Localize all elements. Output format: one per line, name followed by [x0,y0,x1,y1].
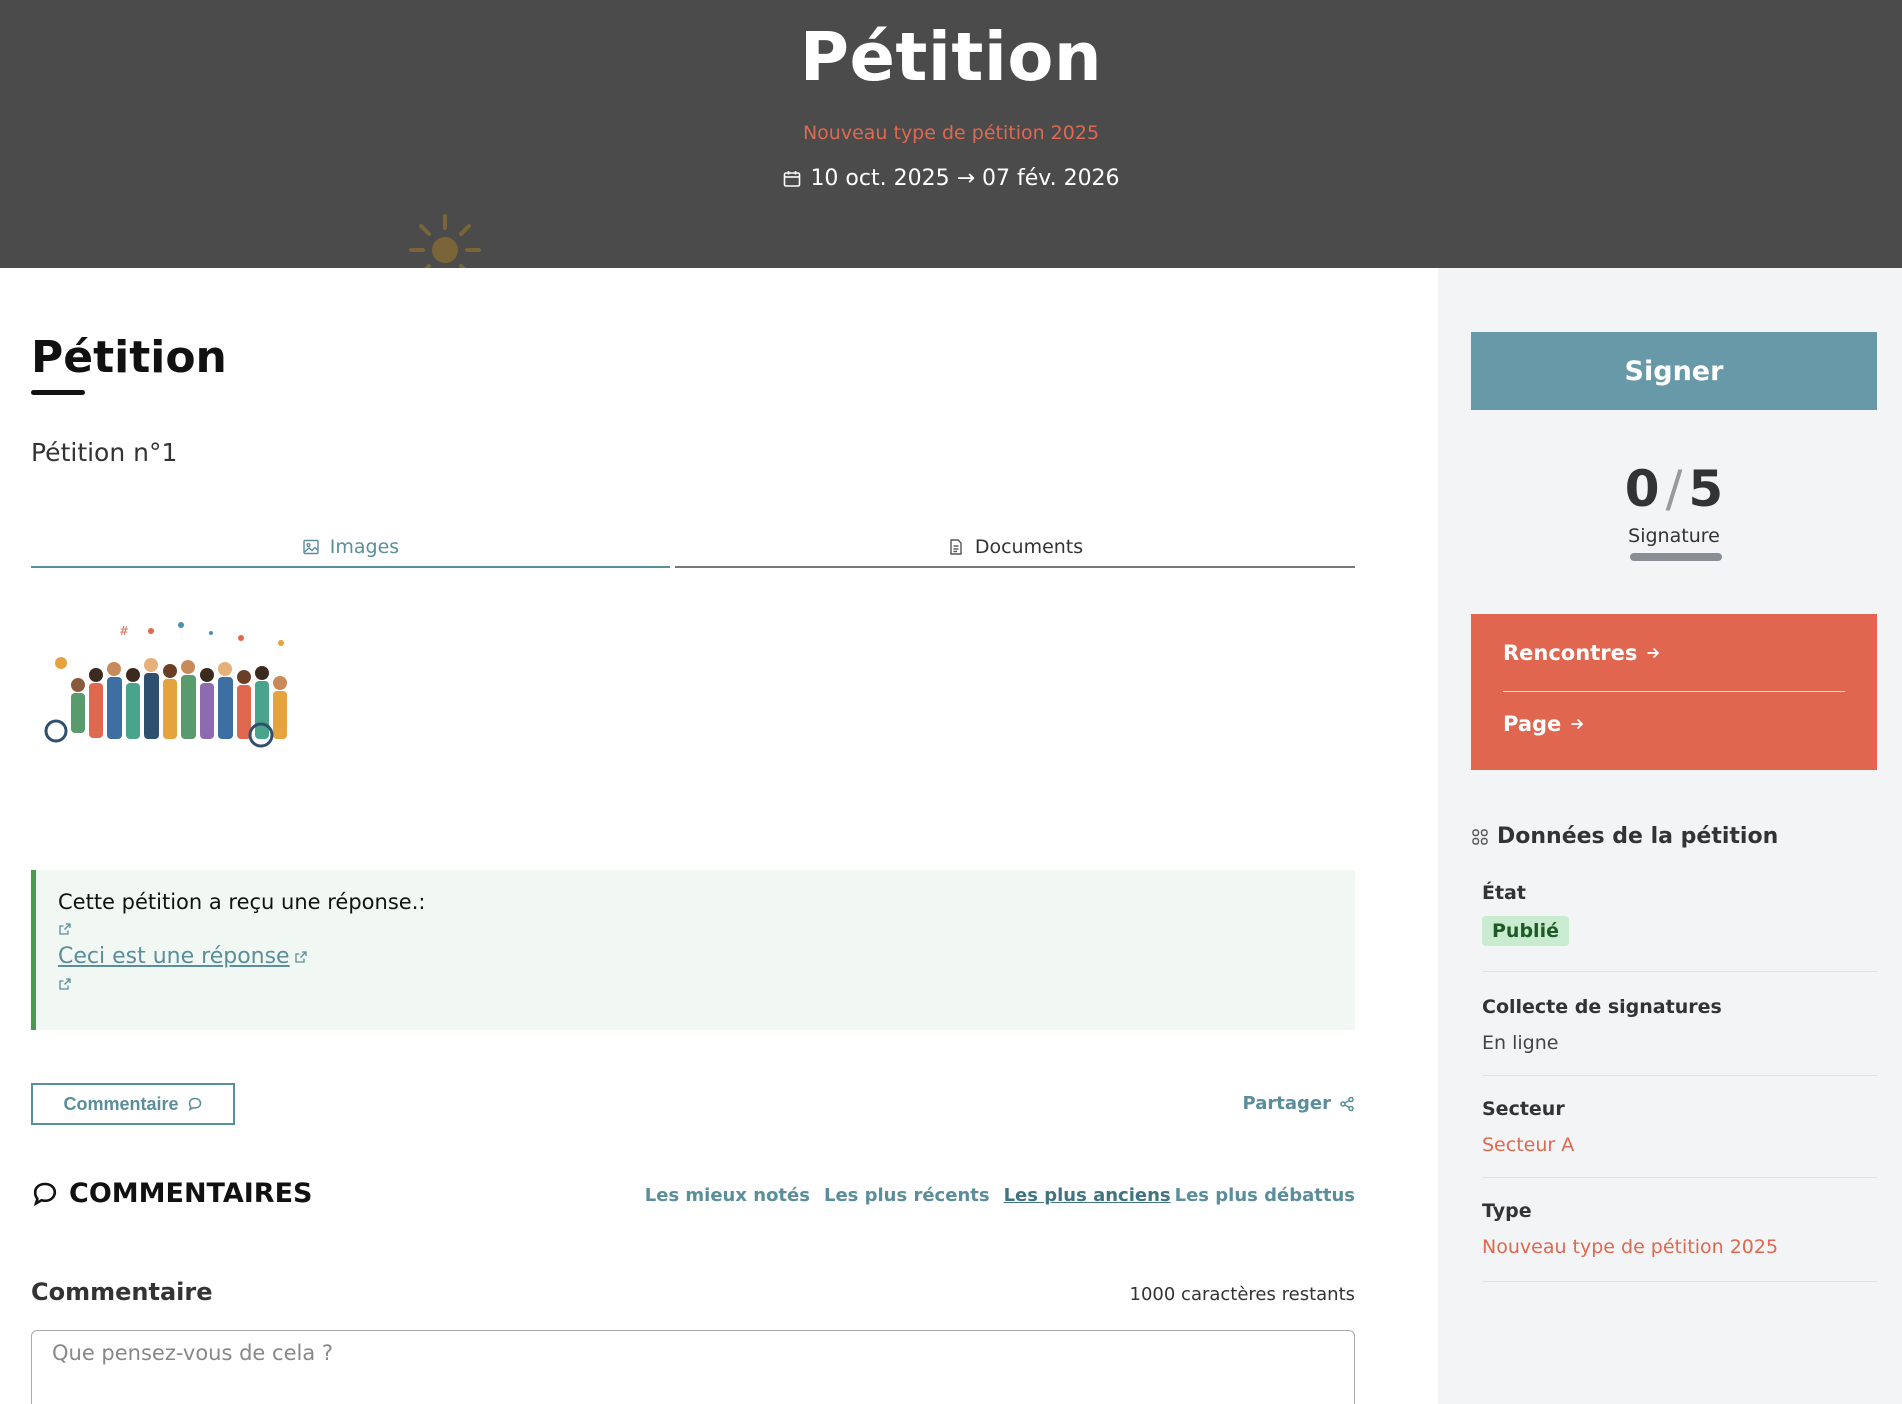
sidebar: Signer 0/5 Signature Rencontres Page Don… [1438,268,1902,1404]
share-icon [1340,1096,1354,1111]
response-link-label: Ceci est une réponse [58,944,290,969]
petition-data-title: Données de la pétition [1497,824,1779,849]
share-button[interactable]: Partager [1243,1093,1355,1114]
collection-label: Collecte de signatures [1482,996,1722,1018]
external-link-icon[interactable] [58,922,72,936]
petition-image[interactable]: # [31,613,336,763]
link-rencontres-label: Rencontres [1503,640,1638,665]
petition-data-heading: Données de la pétition [1471,824,1778,849]
external-link-icon[interactable] [58,977,72,991]
response-link[interactable]: Ceci est une réponse [58,944,308,969]
tab-images-label: Images [329,536,400,558]
sort-most-debated[interactable]: Les plus débattus [1175,1185,1355,1206]
collection-value: En ligne [1482,1032,1559,1054]
signature-count: 0 [1624,460,1660,518]
command-icon [1472,828,1488,845]
media-tabs: Images Documents [31,528,1355,568]
signature-progress-bar [1630,553,1722,561]
petition-description: Pétition n°1 [31,438,178,467]
hero-title: Pétition [799,18,1103,96]
data-item-sector: Secteur Secteur A [1482,1098,1877,1178]
state-label: État [1482,882,1526,904]
tab-documents-label: Documents [974,536,1084,558]
hero-banner: Pétition Nouveau type de pétition 2025 1… [0,0,1902,268]
share-label: Partager [1242,1093,1331,1114]
link-rencontres[interactable]: Rencontres [1503,614,1845,692]
hero-subtitle: Nouveau type de pétition 2025 [802,122,1100,144]
external-link-icon [294,950,307,963]
counter-separator: / [1665,460,1683,518]
signature-label: Signature [1628,525,1720,547]
status-badge: Publié [1482,916,1569,946]
sun-decoration-icon [409,214,481,268]
sort-oldest[interactable]: Les plus anciens [1004,1185,1171,1206]
response-notice: Cette pétition a reçu une réponse.: Ceci… [31,870,1355,1030]
comment-form-label: Commentaire [31,1278,213,1306]
type-label: Type [1482,1200,1532,1222]
tab-images[interactable]: Images [31,528,670,568]
speech-bubble-icon [33,1182,57,1206]
sort-best-rated[interactable]: Les mieux notés [645,1185,810,1206]
date-range-text: 10 oct. 2025 → 07 fév. 2026 [810,166,1120,191]
comments-heading-text: COMMENTAIRES [69,1178,313,1209]
related-links: Rencontres Page [1471,614,1877,770]
tab-documents[interactable]: Documents [675,528,1355,568]
comments-heading: COMMENTAIRES [31,1178,313,1209]
data-item-type: Type Nouveau type de pétition 2025 [1482,1200,1877,1282]
image-icon [303,539,319,555]
sort-most-recent[interactable]: Les plus récents [824,1185,990,1206]
svg-text:#: # [119,624,129,638]
signature-target: 5 [1688,460,1724,518]
calendar-icon [784,170,801,187]
sign-button[interactable]: Signer [1471,332,1877,410]
comment-textarea[interactable] [31,1330,1355,1404]
hero-date-range: 10 oct. 2025 → 07 fév. 2026 [0,166,1902,191]
comment-button[interactable]: Commentaire [31,1083,235,1125]
type-link[interactable]: Nouveau type de pétition 2025 [1482,1236,1877,1258]
comment-button-label: Commentaire [63,1093,179,1114]
response-title: Cette pétition a reçu une réponse.: [58,890,426,914]
data-item-collection: Collecte de signatures En ligne [1482,996,1877,1076]
speech-bubble-icon [188,1097,201,1112]
signature-counter: 0/5 [1471,460,1877,518]
link-page[interactable]: Page [1503,692,1845,756]
title-underline [31,390,85,395]
chars-remaining: 1000 caractères restants [1129,1284,1355,1305]
data-item-state: État Publié [1482,882,1877,972]
sector-link[interactable]: Secteur A [1482,1134,1877,1156]
document-icon [950,539,962,555]
arrow-right-icon [1647,647,1660,658]
comment-sort-options: Les mieux notés Les plus récents Les plu… [645,1185,1355,1206]
arrow-right-icon [1571,718,1584,730]
link-page-label: Page [1503,712,1562,736]
page-title: Pétition [31,332,227,383]
sector-label: Secteur [1482,1098,1565,1120]
